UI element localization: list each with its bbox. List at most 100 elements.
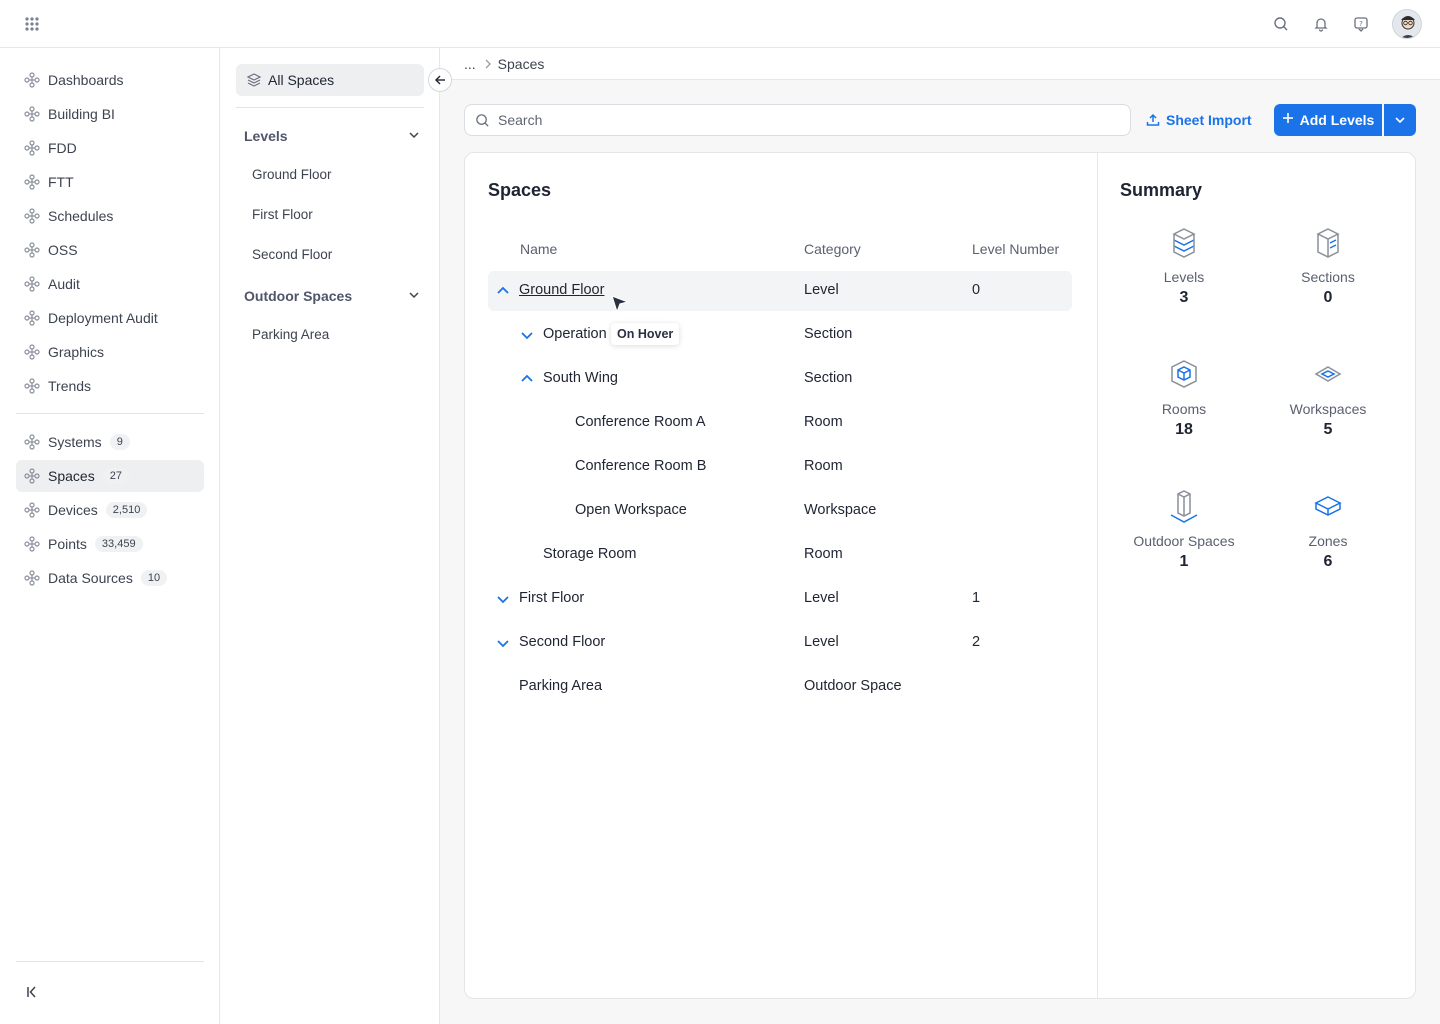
- notification-bell-icon[interactable]: [1312, 15, 1330, 33]
- sidebar-item-schedules[interactable]: Schedules: [16, 200, 204, 232]
- help-icon[interactable]: ?: [1352, 15, 1370, 33]
- sidebar-item-fdd[interactable]: FDD: [16, 132, 204, 164]
- stat-label: Sections: [1301, 269, 1355, 285]
- chevron-down-icon[interactable]: [495, 635, 511, 651]
- spaces-tree-panel: All Spaces Levels Ground Floor First Floor…: [220, 48, 440, 1024]
- sheet-import-button[interactable]: Sheet Import: [1146, 104, 1252, 136]
- chevron-right-icon: [484, 56, 492, 72]
- sections-icon: [1310, 225, 1346, 261]
- add-levels-dropdown-button[interactable]: [1384, 104, 1416, 136]
- row-category: Level: [804, 282, 839, 298]
- user-avatar[interactable]: [1392, 9, 1422, 39]
- stat-value: 1: [1179, 553, 1189, 570]
- sidebar-item-label: Audit: [48, 276, 80, 292]
- sidebar-item-label: Devices: [48, 502, 98, 518]
- stat-value: 6: [1323, 553, 1333, 570]
- panel-group-header[interactable]: Outdoor Spaces: [244, 284, 420, 308]
- sidebar-item-label: Points: [48, 536, 87, 552]
- row-category: Outdoor Space: [804, 678, 902, 694]
- panel-tree-item[interactable]: First Floor: [252, 207, 313, 222]
- row-name: Conference Room A: [575, 414, 706, 430]
- count-badge: 27: [102, 468, 129, 484]
- search-input[interactable]: [498, 112, 1098, 128]
- app-grid-icon[interactable]: [24, 16, 40, 32]
- sidebar-item-audit[interactable]: Audit: [16, 268, 204, 300]
- row-level-number: 0: [972, 282, 981, 298]
- collapse-sidebar-icon[interactable]: [24, 984, 40, 1000]
- sidebar-item-devices[interactable]: Devices 2,510: [16, 494, 204, 526]
- chevron-up-icon[interactable]: [519, 371, 535, 387]
- sidebar-item-label: OSS: [48, 242, 78, 258]
- row-category: Level: [804, 634, 839, 650]
- sidebar-item-label: Dashboards: [48, 72, 124, 88]
- collapse-panel-button[interactable]: [428, 68, 452, 92]
- table-row[interactable]: Ground Floor Level 0: [488, 271, 1072, 311]
- all-spaces-item[interactable]: All Spaces: [236, 64, 424, 96]
- sidebar-item-spaces[interactable]: Spaces 27: [16, 460, 204, 492]
- panel-divider: [236, 107, 424, 108]
- table-row[interactable]: Conference Room B Room: [488, 447, 1072, 487]
- breadcrumb: ... Spaces: [440, 48, 1440, 80]
- node-icon: [24, 310, 40, 326]
- row-name: First Floor: [519, 590, 585, 606]
- row-name: South Wing: [543, 370, 618, 386]
- search-icon[interactable]: [1272, 15, 1290, 33]
- node-icon: [24, 468, 40, 484]
- node-icon: [24, 106, 40, 122]
- node-icon: [24, 344, 40, 360]
- sidebar-item-building-bi[interactable]: Building BI: [16, 98, 204, 130]
- outdoor-spaces-icon: [1166, 489, 1202, 525]
- column-header-name: Name: [520, 241, 558, 257]
- row-name: Second Floor: [519, 634, 606, 650]
- row-category: Section: [804, 326, 853, 342]
- stat-value: 0: [1323, 289, 1333, 306]
- row-level-number: 2: [972, 634, 981, 650]
- table-row[interactable]: Open Workspace Workspace: [488, 491, 1072, 531]
- stat-label: Rooms: [1161, 401, 1207, 417]
- sidebar-item-trends[interactable]: Trends: [16, 370, 204, 402]
- layers-icon: [246, 73, 262, 87]
- chevron-up-icon[interactable]: [495, 283, 511, 299]
- card-divider: [1097, 153, 1098, 998]
- table-row[interactable]: South Wing Section: [488, 359, 1072, 399]
- sidebar-item-data-sources[interactable]: Data Sources 10: [16, 562, 204, 594]
- panel-tree-item[interactable]: Ground Floor: [252, 167, 332, 182]
- panel-group-header[interactable]: Levels: [244, 124, 420, 148]
- node-icon: [24, 208, 40, 224]
- sidebar-item-deployment-audit[interactable]: Deployment Audit: [16, 302, 204, 334]
- sidebar-item-systems[interactable]: Systems 9: [16, 426, 204, 458]
- sidebar-item-oss[interactable]: OSS: [16, 234, 204, 266]
- sidebar-item-graphics[interactable]: Graphics: [16, 336, 204, 368]
- table-row[interactable]: Storage Room Room: [488, 535, 1072, 575]
- sidebar-item-dashboards[interactable]: Dashboards: [16, 64, 204, 96]
- table-row[interactable]: Second Floor Level 2: [488, 623, 1072, 663]
- sidebar-item-ftt[interactable]: FTT: [16, 166, 204, 198]
- table-row[interactable]: First Floor Level 1: [488, 579, 1072, 619]
- sidebar-item-points[interactable]: Points 33,459: [16, 528, 204, 560]
- table-row[interactable]: Parking Area Outdoor Space: [488, 667, 1072, 707]
- main-content: ... Spaces Sheet Import Add Levels Space…: [440, 48, 1440, 1024]
- chevron-down-icon[interactable]: [408, 128, 420, 144]
- table-row[interactable]: Operation Section: [488, 315, 1072, 355]
- chevron-down-icon[interactable]: [408, 288, 420, 304]
- sidebar-item-label: Deployment Audit: [48, 310, 158, 326]
- summary-title: Summary: [1120, 180, 1203, 200]
- workspaces-icon: [1310, 357, 1346, 393]
- chevron-down-icon[interactable]: [519, 327, 535, 343]
- table-row[interactable]: Conference Room A Room: [488, 403, 1072, 443]
- count-badge: 33,459: [94, 536, 143, 552]
- breadcrumb-ellipsis[interactable]: ...: [464, 56, 476, 72]
- column-header-level-number: Level Number: [972, 241, 1060, 257]
- panel-tree-item[interactable]: Parking Area: [252, 327, 329, 342]
- chevron-down-icon: [1395, 117, 1405, 124]
- sidebar-item-label: FDD: [48, 140, 77, 156]
- panel-tree-item[interactable]: Second Floor: [252, 247, 332, 262]
- row-category: Level: [804, 590, 839, 606]
- stat-value: 5: [1323, 421, 1333, 438]
- rooms-icon: [1166, 357, 1202, 393]
- chevron-down-icon[interactable]: [495, 591, 511, 607]
- spaces-title: Spaces: [488, 180, 552, 200]
- stat-label: Levels: [1163, 269, 1205, 285]
- row-name: Open Workspace: [575, 502, 687, 518]
- add-levels-button[interactable]: Add Levels: [1274, 104, 1382, 136]
